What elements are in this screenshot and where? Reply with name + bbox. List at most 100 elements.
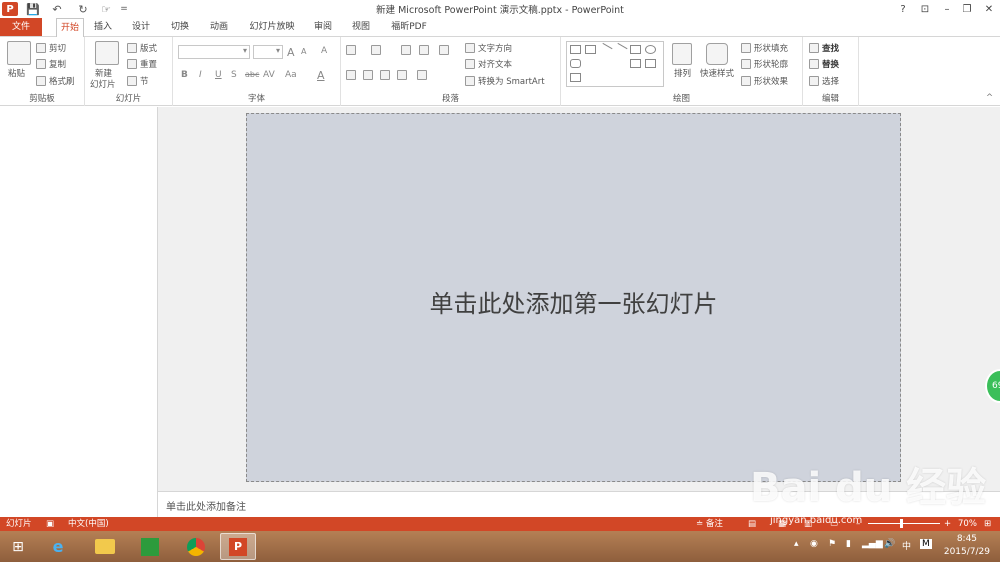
decrease-indent-button[interactable] [401, 45, 411, 55]
cut-button[interactable]: 剪切 [36, 42, 66, 54]
tab-home[interactable]: 开始 [56, 18, 84, 37]
clear-formatting-button[interactable]: A [321, 46, 327, 56]
tab-transitions[interactable]: 切换 [165, 18, 195, 36]
quick-styles-icon[interactable] [706, 43, 728, 65]
arc-shape-icon[interactable] [600, 73, 611, 82]
layout-button[interactable]: 版式 [127, 42, 157, 54]
right-arrow-shape-icon[interactable] [630, 59, 641, 68]
minimize-icon[interactable]: – [936, 0, 958, 18]
chrome-icon[interactable] [178, 533, 214, 560]
section-button[interactable]: 节 [127, 75, 149, 87]
down-arrow-shape-icon[interactable] [645, 59, 656, 68]
shrink-font-button[interactable]: A [301, 47, 306, 56]
align-center-button[interactable] [363, 70, 373, 80]
freeform-shape-icon[interactable] [615, 73, 626, 82]
new-slide-button-2[interactable]: 幻灯片 [90, 78, 116, 90]
paste-button[interactable]: 粘贴 [8, 67, 25, 79]
shape-outline-button[interactable]: 形状轮廓 [741, 58, 788, 70]
volume-icon[interactable]: 🔊 [884, 539, 895, 549]
battery-icon[interactable]: ▮ [846, 539, 851, 549]
char-spacing-button[interactable]: AV [263, 70, 275, 80]
rounded-rect-shape-icon[interactable] [570, 59, 581, 68]
help-icon[interactable]: ? [892, 0, 914, 18]
ime-mode-indicator[interactable]: M [920, 539, 932, 549]
font-name-combo[interactable] [178, 45, 250, 59]
shapes-gallery[interactable] [566, 41, 664, 87]
slide-thumbnails-pane[interactable] [0, 107, 158, 517]
oval-shape-icon[interactable] [645, 45, 656, 54]
line-shape-icon[interactable] [598, 42, 613, 57]
vertical-textbox-shape-icon[interactable] [585, 45, 596, 54]
elbow-connector-shape-icon[interactable] [600, 59, 611, 68]
textbox-shape-icon[interactable] [570, 45, 581, 54]
network-icon[interactable]: ▂▄▆ [862, 539, 883, 549]
ribbon-display-icon[interactable]: ⊡ [914, 0, 936, 18]
copy-button[interactable]: 复制 [36, 58, 66, 70]
font-color-button[interactable]: A [317, 69, 325, 82]
strikethrough-button[interactable]: abc [245, 70, 259, 79]
grow-font-button[interactable]: A [287, 46, 295, 59]
underline-button[interactable]: U [215, 70, 222, 80]
restore-icon[interactable]: ❐ [956, 0, 978, 18]
select-button[interactable]: 选择 [809, 75, 839, 87]
bullets-button[interactable] [346, 45, 356, 55]
file-explorer-icon[interactable] [87, 533, 123, 560]
text-direction-button[interactable]: 文字方向 [465, 42, 512, 54]
fit-slide-icon[interactable]: ⊞ [984, 518, 991, 530]
windows-store-icon[interactable] [132, 533, 168, 560]
tab-slideshow[interactable]: 幻灯片放映 [246, 18, 298, 36]
arrow-shape-icon[interactable] [613, 42, 628, 57]
increase-indent-button[interactable] [419, 45, 429, 55]
tab-view[interactable]: 视图 [346, 18, 376, 36]
arrange-icon[interactable] [672, 43, 692, 65]
shape-effects-button[interactable]: 形状效果 [741, 75, 788, 87]
windows-start-icon[interactable]: ⊞ [0, 533, 36, 560]
spell-check-icon[interactable]: ▣ [46, 518, 54, 530]
justify-button[interactable] [397, 70, 407, 80]
empty-slide-placeholder[interactable]: 单击此处添加第一张幻灯片 [246, 113, 901, 482]
rectangle-shape-icon[interactable] [630, 45, 641, 54]
show-hidden-icons[interactable]: ▴ [794, 539, 799, 549]
bold-button[interactable]: B [181, 70, 188, 80]
align-left-button[interactable] [346, 70, 356, 80]
language-indicator[interactable]: 中文(中国) [68, 518, 109, 530]
tab-file[interactable]: 文件 [0, 18, 42, 36]
font-size-combo[interactable] [253, 45, 283, 59]
format-painter-button[interactable]: 格式刷 [36, 75, 75, 87]
curve-shape-icon[interactable] [585, 73, 596, 82]
numbering-button[interactable] [371, 45, 381, 55]
powerpoint-taskbar-icon[interactable]: P [220, 533, 256, 560]
tab-animations[interactable]: 动画 [204, 18, 234, 36]
align-right-button[interactable] [380, 70, 390, 80]
italic-button[interactable]: I [199, 70, 202, 80]
close-icon[interactable]: ✕ [978, 0, 1000, 18]
triangle-shape-icon[interactable] [585, 59, 596, 68]
reset-button[interactable]: 重置 [127, 58, 157, 70]
line-spacing-button[interactable] [439, 45, 449, 55]
add-first-slide-prompt[interactable]: 单击此处添加第一张幻灯片 [247, 284, 900, 319]
change-case-button[interactable]: Aa [285, 70, 297, 80]
tray-app-icon[interactable]: ◉ [810, 539, 818, 549]
internet-explorer-icon[interactable]: e [40, 533, 76, 560]
right-brace-shape-icon[interactable] [645, 73, 656, 82]
action-center-flag-icon[interactable]: ⚑ [828, 539, 836, 549]
find-button[interactable]: 查找 [809, 42, 839, 54]
notes-placeholder[interactable]: 单击此处添加备注 [166, 498, 246, 513]
shadow-button[interactable]: S [231, 70, 237, 80]
system-clock[interactable]: 8:45 2015/7/29 [944, 533, 990, 559]
new-slide-icon[interactable] [95, 41, 119, 65]
zoom-slider-thumb[interactable] [900, 519, 903, 528]
replace-button[interactable]: 替换 [809, 58, 839, 70]
tab-design[interactable]: 设计 [126, 18, 156, 36]
shape-fill-button[interactable]: 形状填充 [741, 42, 788, 54]
elbow-arrow-shape-icon[interactable] [615, 59, 626, 68]
normal-view-icon[interactable]: ▤ [748, 518, 756, 530]
quick-styles-button[interactable]: 快速样式 [700, 67, 734, 79]
tab-review[interactable]: 审阅 [308, 18, 338, 36]
zoom-level[interactable]: 70% [958, 518, 977, 530]
notes-toggle[interactable]: ≐ 备注 [696, 518, 723, 530]
callout-shape-icon[interactable] [570, 73, 581, 82]
paste-icon[interactable] [7, 41, 31, 65]
left-brace-shape-icon[interactable] [630, 73, 641, 82]
zoom-slider[interactable] [868, 523, 940, 524]
